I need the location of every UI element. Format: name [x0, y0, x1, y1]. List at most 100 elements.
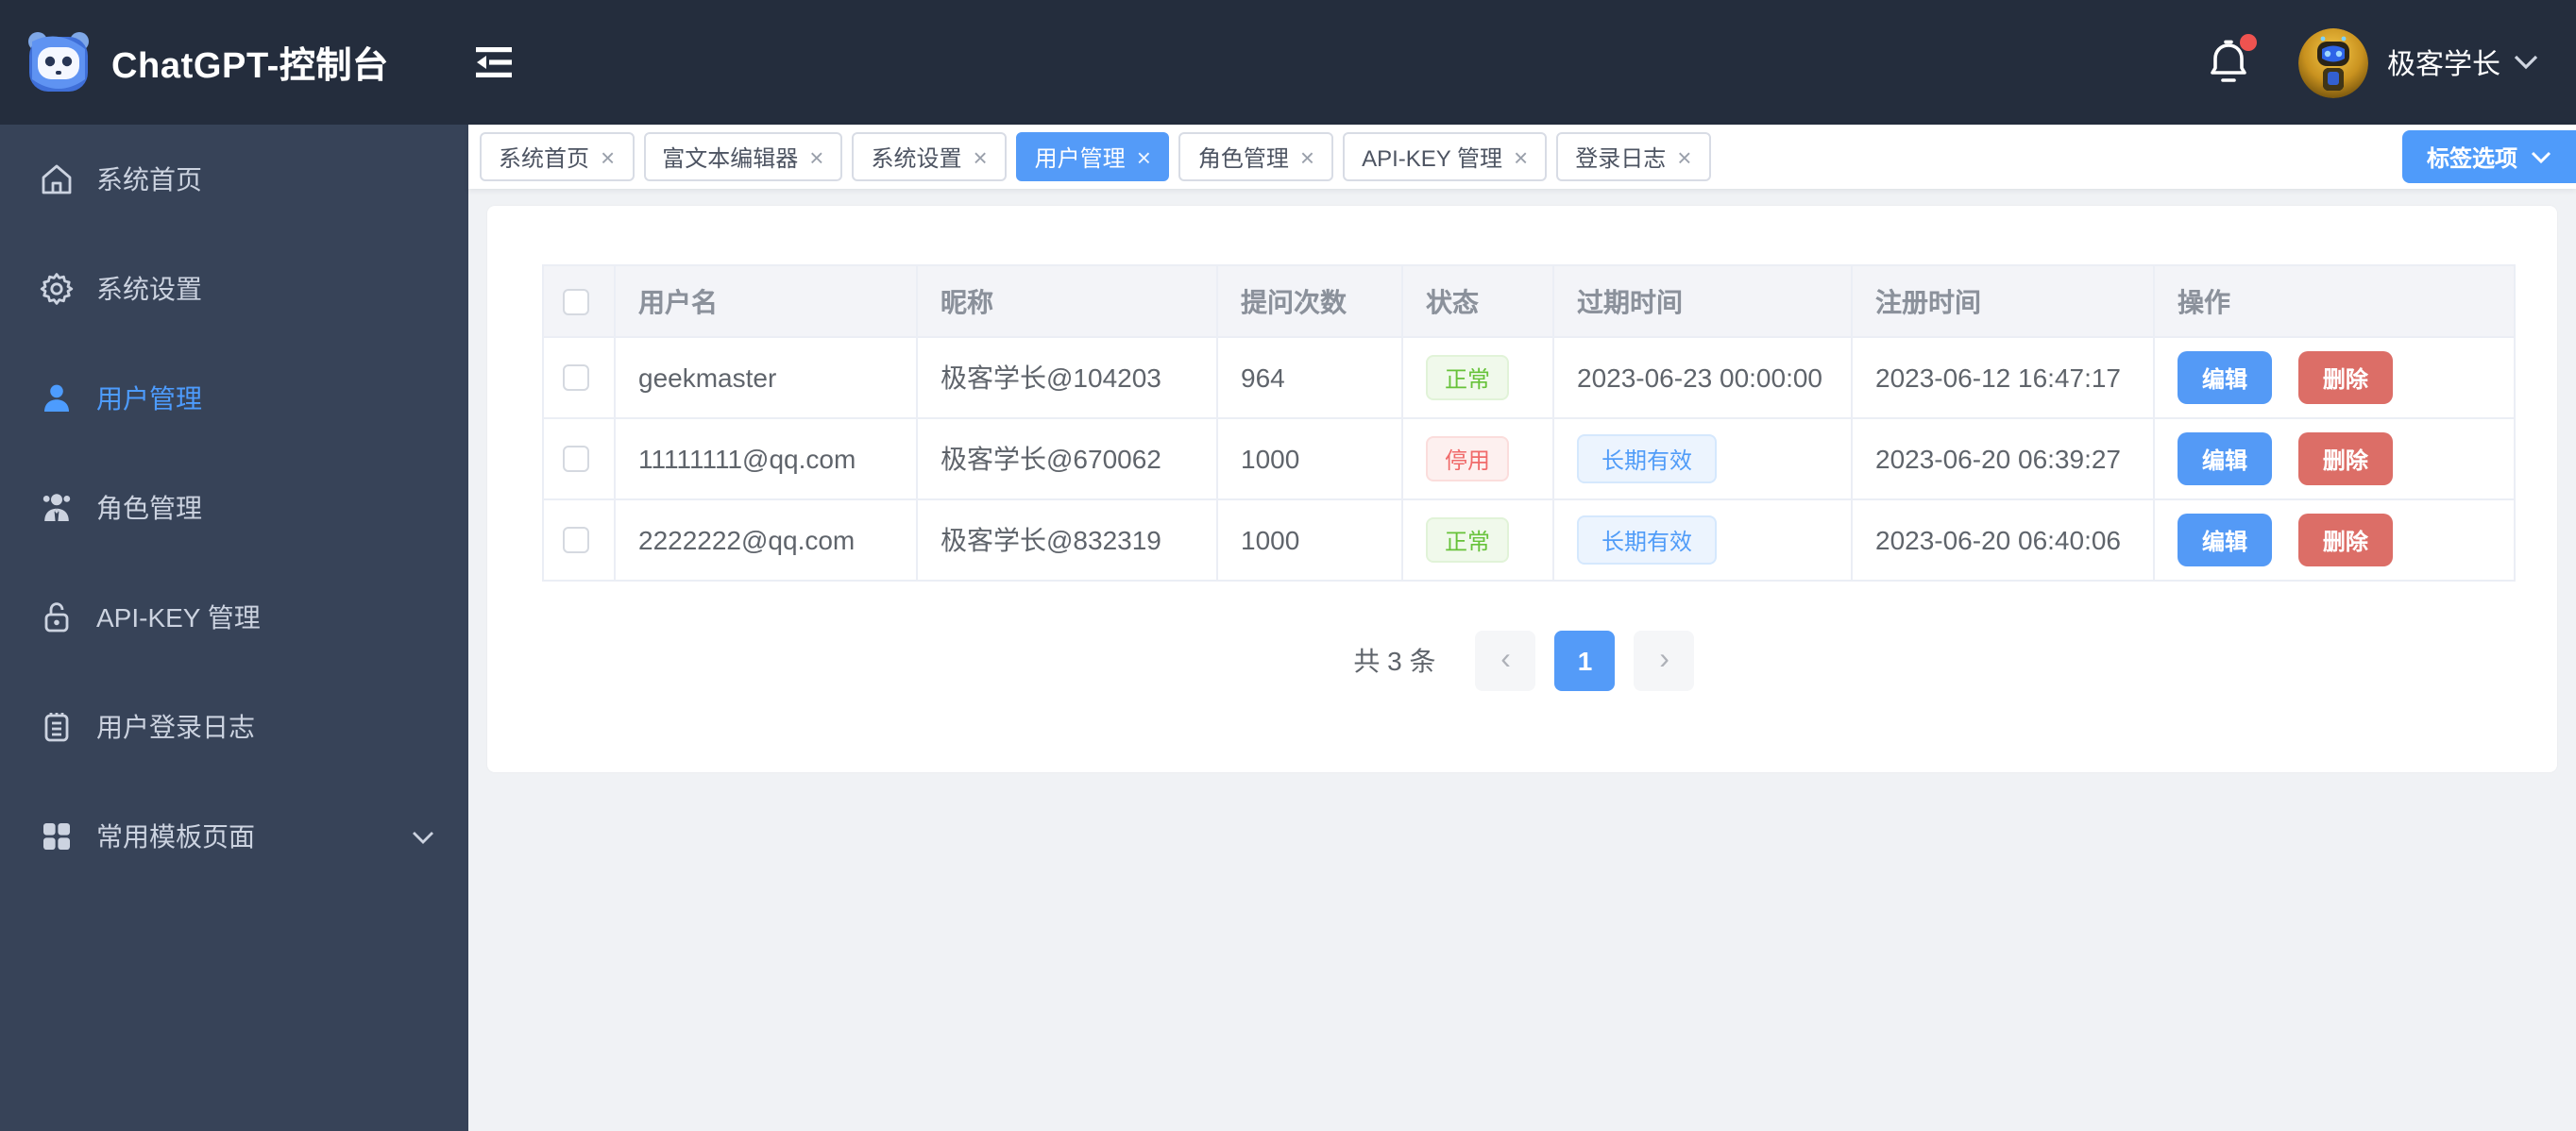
tab-home[interactable]: 系统首页 × [480, 132, 635, 181]
pagination-page-1[interactable]: 1 [1554, 631, 1616, 691]
cell-registered: 2023-06-20 06:40:06 [1851, 498, 2155, 582]
log-icon [40, 710, 74, 744]
cell-questions: 1000 [1216, 417, 1403, 500]
col-questions: 提问次数 [1216, 264, 1403, 338]
tab-label: API-KEY 管理 [1362, 144, 1503, 171]
sidebar-item-login-log[interactable]: 用户登录日志 [0, 672, 468, 782]
main-layout: 系统首页 系统设置 用户管理 角色管理 API-KEY 管理 用户登录日志 常用… [0, 125, 2576, 1131]
chevron-right-icon: › [1659, 644, 1669, 676]
submenu-chevron-down-icon [412, 830, 434, 843]
sidebar-item-label: 常用模板页面 [96, 821, 255, 852]
table-header-row: 用户名 昵称 提问次数 状态 过期时间 注册时间 操作 [542, 264, 2516, 338]
tag-options-button[interactable]: 标签选项 [2401, 130, 2576, 183]
tab-apikey-management[interactable]: API-KEY 管理 × [1343, 132, 1548, 181]
chevron-down-icon [2531, 150, 2551, 163]
delete-button[interactable]: 删除 [2297, 514, 2393, 566]
tab-label: 系统首页 [499, 144, 590, 171]
sidebar-collapse-icon[interactable] [476, 47, 512, 77]
status-badge: 停用 [1426, 436, 1510, 481]
close-icon[interactable]: × [601, 144, 615, 169]
sidebar-item-label: 用户管理 [96, 383, 202, 414]
sidebar-item-settings[interactable]: 系统设置 [0, 234, 468, 344]
tab-label: 富文本编辑器 [662, 144, 799, 171]
cell-questions: 1000 [1216, 498, 1403, 582]
pagination-prev-button[interactable]: ‹ [1475, 631, 1536, 691]
edit-button[interactable]: 编辑 [2178, 514, 2273, 566]
edit-button[interactable]: 编辑 [2178, 351, 2273, 404]
main-area: 系统首页 × 富文本编辑器 × 系统设置 × 用户管理 × 角色管理 × API… [468, 125, 2576, 1131]
notification-bell-icon[interactable] [2208, 34, 2257, 85]
expire-badge: 长期有效 [1577, 515, 1718, 565]
tab-label: 用户管理 [1034, 144, 1126, 171]
role-icon [40, 491, 74, 525]
cell-username: 2222222@qq.com [614, 498, 918, 582]
select-all-checkbox[interactable] [563, 288, 589, 314]
tab-login-log[interactable]: 登录日志 × [1556, 132, 1711, 181]
sidebar-item-apikey[interactable]: API-KEY 管理 [0, 563, 468, 672]
grid-icon [40, 819, 74, 853]
close-icon[interactable]: × [1300, 144, 1314, 169]
col-registered: 注册时间 [1851, 264, 2155, 338]
cell-registered: 2023-06-20 06:39:27 [1851, 417, 2155, 500]
sidebar-item-label: 系统首页 [96, 164, 202, 194]
close-icon[interactable]: × [1514, 144, 1528, 169]
close-icon[interactable]: × [1137, 144, 1151, 169]
content-area: 用户名 昵称 提问次数 状态 过期时间 注册时间 操作 geekmaster 极… [468, 189, 2576, 1131]
sidebar-item-label: 角色管理 [96, 493, 202, 523]
pagination: 共 3 条 ‹ 1 › [542, 631, 2516, 691]
close-icon[interactable]: × [1677, 144, 1691, 169]
row-checkbox[interactable] [563, 527, 589, 553]
delete-button[interactable]: 删除 [2297, 432, 2393, 485]
col-expire: 过期时间 [1552, 264, 1853, 338]
col-status: 状态 [1401, 264, 1554, 338]
tab-user-management[interactable]: 用户管理 × [1015, 132, 1170, 181]
tab-richtext-editor[interactable]: 富文本编辑器 × [643, 132, 843, 181]
status-badge: 正常 [1426, 355, 1510, 400]
gear-icon [40, 272, 74, 306]
user-icon [40, 381, 74, 415]
username-label[interactable]: 极客学长 [2387, 42, 2500, 82]
edit-button[interactable]: 编辑 [2178, 432, 2273, 485]
home-icon [40, 162, 74, 196]
user-avatar[interactable] [2297, 27, 2368, 97]
user-table-card: 用户名 昵称 提问次数 状态 过期时间 注册时间 操作 geekmaster 极… [487, 206, 2557, 772]
delete-button[interactable]: 删除 [2297, 351, 2393, 404]
col-actions: 操作 [2153, 264, 2516, 338]
cell-nickname: 极客学长@832319 [916, 498, 1218, 582]
tab-label: 角色管理 [1197, 144, 1289, 171]
tab-settings[interactable]: 系统设置 × [852, 132, 1007, 181]
sidebar-item-users[interactable]: 用户管理 [0, 344, 468, 453]
sidebar-item-roles[interactable]: 角色管理 [0, 453, 468, 563]
sidebar-item-templates[interactable]: 常用模板页面 [0, 782, 468, 891]
close-icon[interactable]: × [809, 144, 823, 169]
tab-label: 系统设置 [871, 144, 962, 171]
tag-options-label: 标签选项 [2426, 144, 2517, 171]
user-table: 用户名 昵称 提问次数 状态 过期时间 注册时间 操作 geekmaster 极… [542, 264, 2516, 582]
sidebar-item-home[interactable]: 系统首页 [0, 125, 468, 234]
chevron-left-icon: ‹ [1500, 644, 1511, 676]
cell-username: geekmaster [614, 336, 918, 419]
notification-badge [2239, 34, 2257, 51]
table-row: 2222222@qq.com 极客学长@832319 1000 正常 长期有效 … [542, 498, 2516, 582]
top-bar: ChatGPT-控制台 极客学长 [0, 0, 2576, 125]
cell-expire: 2023-06-23 00:00:00 [1552, 336, 1853, 419]
cell-questions: 964 [1216, 336, 1403, 419]
sidebar-item-label: 用户登录日志 [96, 712, 255, 742]
status-badge: 正常 [1426, 517, 1510, 563]
sidebar-item-label: API-KEY 管理 [96, 602, 261, 633]
table-row: geekmaster 极客学长@104203 964 正常 2023-06-23… [542, 336, 2516, 419]
tab-role-management[interactable]: 角色管理 × [1178, 132, 1334, 181]
lock-icon [40, 600, 74, 634]
user-menu-chevron-down-icon[interactable] [2514, 55, 2538, 70]
app-title: ChatGPT-控制台 [111, 46, 389, 86]
tab-strip: 系统首页 × 富文本编辑器 × 系统设置 × 用户管理 × 角色管理 × API… [468, 125, 2576, 189]
row-checkbox[interactable] [563, 364, 589, 391]
pagination-next-button[interactable]: › [1634, 631, 1695, 691]
col-nickname: 昵称 [916, 264, 1218, 338]
sidebar-nav: 系统首页 系统设置 用户管理 角色管理 API-KEY 管理 用户登录日志 常用… [0, 125, 468, 1131]
close-icon[interactable]: × [973, 144, 987, 169]
table-row: 11111111@qq.com 极客学长@670062 1000 停用 长期有效… [542, 417, 2516, 500]
tab-label: 登录日志 [1575, 144, 1667, 171]
expire-badge: 长期有效 [1577, 434, 1718, 483]
row-checkbox[interactable] [563, 446, 589, 472]
